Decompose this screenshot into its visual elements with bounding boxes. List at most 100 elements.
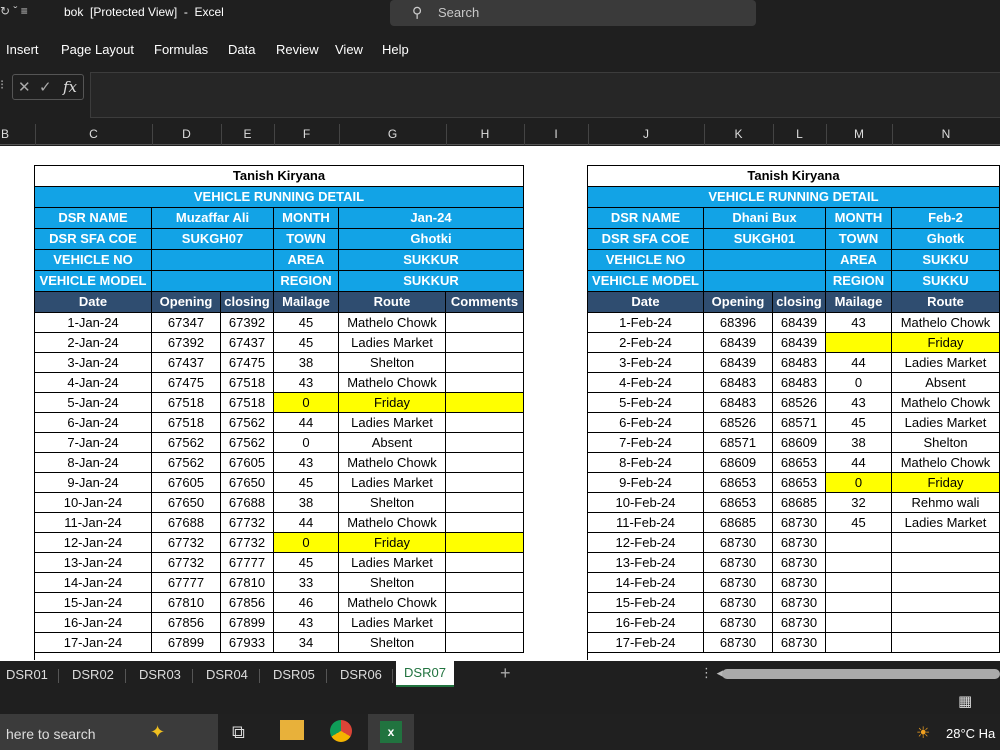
left_block-dsr-name-label[interactable]: DSR NAME xyxy=(35,208,152,229)
left_block-row-cell[interactable]: 33 xyxy=(274,573,339,593)
left_block-row-cell[interactable]: Mathelo Chowk xyxy=(339,373,446,393)
right_block-row-cell[interactable]: Mathelo Chowk xyxy=(892,453,1000,473)
left_block-row-cell[interactable]: 0 xyxy=(274,533,339,553)
right_block-row-cell[interactable]: 32 xyxy=(826,493,892,513)
right_block-row-cell[interactable]: 68439 xyxy=(704,333,773,353)
left_block-row-cell[interactable] xyxy=(446,393,524,413)
right_block-row-cell[interactable]: 9-Feb-24 xyxy=(588,473,704,493)
right_block-row-cell[interactable]: 38 xyxy=(826,433,892,453)
right_block-area[interactable]: SUKKU xyxy=(892,250,1000,271)
right_block-row-cell[interactable]: Friday xyxy=(892,473,1000,493)
column-header-f[interactable]: F xyxy=(274,127,339,141)
right_block-row-cell[interactable] xyxy=(826,533,892,553)
right_block-row-cell[interactable]: Ladies Market xyxy=(892,413,1000,433)
left_block-row-cell[interactable]: 67392 xyxy=(221,313,274,333)
left_block-row-cell[interactable]: 45 xyxy=(274,313,339,333)
left_block-row-cell[interactable]: 44 xyxy=(274,513,339,533)
right_block-month-label[interactable]: MONTH xyxy=(826,208,892,229)
right_block-row-cell[interactable]: 68685 xyxy=(704,513,773,533)
column-header-d[interactable]: D xyxy=(152,127,221,141)
left_block-row-cell[interactable]: 67518 xyxy=(152,393,221,413)
sheet-tab-dsr06[interactable]: DSR06 xyxy=(340,667,382,682)
right_block-row-cell[interactable] xyxy=(892,613,1000,633)
right_block-row-cell[interactable]: 68571 xyxy=(773,413,826,433)
tab-page-layout[interactable]: Page Layout xyxy=(61,42,134,57)
right_block-area-label[interactable]: AREA xyxy=(826,250,892,271)
right_block-row-cell[interactable] xyxy=(826,333,892,353)
right_block-row-cell[interactable]: Rehmo wali xyxy=(892,493,1000,513)
left_block-row-cell[interactable]: Friday xyxy=(339,533,446,553)
sheet-tab-dsr02[interactable]: DSR02 xyxy=(72,667,114,682)
left_block-row-cell[interactable]: 45 xyxy=(274,553,339,573)
left_block-row-cell[interactable]: 67605 xyxy=(221,453,274,473)
right_block-row-cell[interactable]: 68483 xyxy=(773,353,826,373)
left_block-row-cell[interactable] xyxy=(446,373,524,393)
column-header-j[interactable]: J xyxy=(588,127,704,141)
left_block-row-cell[interactable] xyxy=(446,613,524,633)
sheet-tab-dsr01[interactable]: DSR01 xyxy=(6,667,48,682)
right_block-row-cell[interactable]: 68396 xyxy=(704,313,773,333)
right_block-row-cell[interactable]: 68483 xyxy=(773,373,826,393)
left_block-month-label[interactable]: MONTH xyxy=(274,208,339,229)
left_block-row-cell[interactable] xyxy=(446,513,524,533)
left_block-header-closing[interactable]: closing xyxy=(221,292,274,313)
left_block-row-cell[interactable]: Mathelo Chowk xyxy=(339,453,446,473)
right_block-row-cell[interactable]: 68730 xyxy=(704,553,773,573)
function-icon[interactable]: fx xyxy=(63,78,77,96)
right_block-row-cell[interactable]: 68653 xyxy=(704,493,773,513)
right_block-row-cell[interactable] xyxy=(826,613,892,633)
right_block-row-cell[interactable] xyxy=(892,633,1000,653)
left_block-row-cell[interactable]: 9-Jan-24 xyxy=(35,473,152,493)
task-view-icon[interactable]: ⧉ xyxy=(232,722,245,743)
right_block-row-cell[interactable]: 68653 xyxy=(773,473,826,493)
left_block-row-cell[interactable]: 0 xyxy=(274,393,339,413)
left_block-row-cell[interactable]: Ladies Market xyxy=(339,553,446,573)
left_block-row-cell[interactable]: 67650 xyxy=(152,493,221,513)
left_block-row-cell[interactable]: Shelton xyxy=(339,573,446,593)
right_block-vehicle-no-label[interactable]: VEHICLE NO xyxy=(588,250,704,271)
right_block-row-cell[interactable]: Shelton xyxy=(892,433,1000,453)
sheet-tab-dsr03[interactable]: DSR03 xyxy=(139,667,181,682)
left_block-row-cell[interactable]: 43 xyxy=(274,453,339,473)
left_block-row-cell[interactable]: Ladies Market xyxy=(339,473,446,493)
left_block-row-cell[interactable]: 67688 xyxy=(221,493,274,513)
left_block-row-cell[interactable]: 45 xyxy=(274,333,339,353)
right_block-row-cell[interactable]: 68730 xyxy=(704,593,773,613)
right_block-row-cell[interactable]: 68685 xyxy=(773,493,826,513)
right_block-row-cell[interactable]: 0 xyxy=(826,373,892,393)
left_block-row-cell[interactable]: Shelton xyxy=(339,353,446,373)
left_block-row-cell[interactable]: 10-Jan-24 xyxy=(35,493,152,513)
left_block-header-date[interactable]: Date xyxy=(35,292,152,313)
left_block-row-cell[interactable]: 67518 xyxy=(221,373,274,393)
right_block-row-cell[interactable]: Ladies Market xyxy=(892,353,1000,373)
normal-view-icon[interactable]: ▦ xyxy=(958,692,972,710)
left_block-row-cell[interactable]: 67933 xyxy=(221,633,274,653)
column-header-c[interactable]: C xyxy=(35,127,152,141)
left_block-row-cell[interactable] xyxy=(446,453,524,473)
left_block-row-cell[interactable]: 67856 xyxy=(221,593,274,613)
left_block-subtitle[interactable]: VEHICLE RUNNING DETAIL xyxy=(35,187,524,208)
search-box[interactable]: ⚲ Search xyxy=(390,0,756,26)
left_block-row-cell[interactable]: 44 xyxy=(274,413,339,433)
right_block-row-cell[interactable] xyxy=(892,593,1000,613)
right_block-row-cell[interactable]: 68730 xyxy=(773,573,826,593)
right_block-row-cell[interactable]: 16-Feb-24 xyxy=(588,613,704,633)
left_block-row-cell[interactable]: 12-Jan-24 xyxy=(35,533,152,553)
right_block-row-cell[interactable]: 6-Feb-24 xyxy=(588,413,704,433)
left_block-row-cell[interactable]: Ladies Market xyxy=(339,613,446,633)
sheet-tab-dsr07[interactable]: DSR07 xyxy=(396,661,454,687)
tab-help[interactable]: Help xyxy=(382,42,409,57)
right_block-row-cell[interactable]: Ladies Market xyxy=(892,513,1000,533)
right_block-row-cell[interactable]: 8-Feb-24 xyxy=(588,453,704,473)
left_block-dsr-name[interactable]: Muzaffar Ali xyxy=(152,208,274,229)
right_block-row-cell[interactable]: 11-Feb-24 xyxy=(588,513,704,533)
right_block-row-cell[interactable]: 45 xyxy=(826,413,892,433)
cancel-icon[interactable]: ✕ xyxy=(18,78,31,96)
left_block-row-cell[interactable]: 67732 xyxy=(221,513,274,533)
right_block-row-cell[interactable]: 68730 xyxy=(704,613,773,633)
right_block-row-cell[interactable] xyxy=(826,553,892,573)
tab-formulas[interactable]: Formulas xyxy=(154,42,208,57)
left_block-row-cell[interactable]: 13-Jan-24 xyxy=(35,553,152,573)
left_block-header-opening[interactable]: Opening xyxy=(152,292,221,313)
tab-scroll-icon[interactable]: ⋮ ◂ xyxy=(700,665,723,681)
